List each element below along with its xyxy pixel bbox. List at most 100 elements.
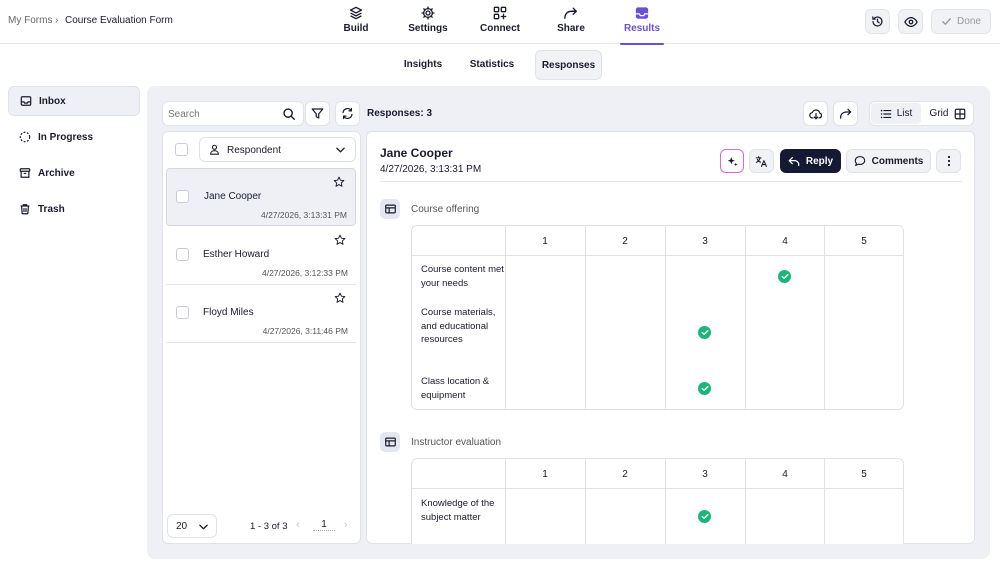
- done-label: Done: [957, 16, 981, 27]
- nav-tab-connect-label: Connect: [480, 23, 520, 34]
- sidebar-item-label: Trash: [38, 203, 65, 215]
- nav-tab-build-label: Build: [343, 23, 369, 34]
- nav-tab-connect[interactable]: Connect: [470, 6, 530, 34]
- prev-page-icon[interactable]: ‹: [296, 519, 300, 531]
- matrix-table-instructor-evaluation: 1 2 3 4 5 Knowledge of the subject matte…: [411, 458, 904, 544]
- breadcrumb-separator: ›: [55, 15, 59, 26]
- subtab-responses[interactable]: Responses: [535, 50, 602, 80]
- translate-icon: [755, 155, 767, 167]
- respondent-name: Esther Howard: [203, 249, 270, 260]
- column-divider: [824, 226, 825, 409]
- more-vertical-icon: [947, 155, 950, 167]
- column-header: 5: [861, 469, 867, 480]
- row-label: Knowledge of the subject matter: [421, 498, 495, 523]
- list-item[interactable]: Jane Cooper 4/27/2026, 3:13:31 PM: [166, 168, 356, 226]
- nav-tab-settings-label: Settings: [408, 23, 448, 34]
- translate-button[interactable]: [749, 149, 774, 173]
- inbox-icon: [20, 96, 32, 106]
- forward-button[interactable]: [833, 101, 858, 126]
- respondent-name-title: Jane Cooper: [380, 146, 453, 160]
- refresh-button[interactable]: [335, 101, 360, 126]
- nav-tab-build[interactable]: Build: [326, 6, 386, 34]
- star-icon[interactable]: [333, 176, 345, 188]
- trash-icon: [20, 204, 30, 215]
- chevron-down-icon: [199, 524, 208, 530]
- nav-tab-settings[interactable]: Settings: [398, 6, 458, 34]
- column-header: 5: [861, 236, 867, 247]
- nav-tab-share[interactable]: Share: [541, 6, 601, 34]
- apps-plus-icon: [493, 6, 507, 20]
- dashed-circle-icon: [19, 131, 31, 143]
- respondent-filter-dropdown[interactable]: Respondent: [199, 137, 356, 162]
- done-button[interactable]: Done: [931, 9, 991, 34]
- response-date: 4/27/2026, 3:11:46 PM: [262, 326, 348, 336]
- respondent-name: Floyd Miles: [203, 307, 254, 318]
- reply-icon: [788, 156, 800, 166]
- list-item[interactable]: Esther Howard 4/27/2026, 3:12:33 PM: [166, 227, 356, 285]
- next-page-icon[interactable]: ›: [344, 519, 348, 531]
- sidebar-item-archive[interactable]: Archive: [8, 158, 140, 188]
- column-header: 3: [702, 236, 708, 247]
- layers-icon: [349, 6, 363, 20]
- row-checkbox[interactable]: [176, 306, 189, 319]
- search-icon: [283, 108, 295, 120]
- filter-button[interactable]: [305, 101, 330, 126]
- response-date: 4/27/2026, 3:13:31 PM: [260, 210, 347, 220]
- refresh-icon: [342, 107, 353, 120]
- column-header: 4: [782, 469, 788, 480]
- column-header: 1: [542, 236, 548, 247]
- divider: [380, 181, 962, 182]
- more-options-button[interactable]: [936, 149, 961, 173]
- current-page[interactable]: 1: [313, 519, 335, 531]
- response-timestamp: 4/27/2026, 3:13:31 PM: [380, 164, 482, 175]
- selected-check-icon: [698, 510, 711, 523]
- download-button[interactable]: [803, 101, 828, 126]
- sidebar-item-in-progress[interactable]: In Progress: [8, 122, 140, 152]
- comments-button[interactable]: Comments: [846, 149, 931, 173]
- table-grid-icon: [380, 199, 400, 219]
- active-tab-indicator: [620, 43, 664, 45]
- page-size-value: 20: [176, 521, 188, 532]
- history-icon: [872, 16, 883, 27]
- subtab-insights[interactable]: Insights: [392, 50, 454, 80]
- forward-arrow-icon: [839, 108, 851, 119]
- row-checkbox[interactable]: [176, 190, 189, 203]
- search-box[interactable]: [162, 101, 304, 126]
- grid-view-button[interactable]: Grid: [923, 103, 973, 124]
- list-view-button[interactable]: List: [871, 103, 921, 124]
- column-header: 1: [542, 469, 548, 480]
- history-button[interactable]: [865, 9, 890, 34]
- list-item[interactable]: Floyd Miles 4/27/2026, 3:11:46 PM: [166, 285, 356, 343]
- responses-count: Responses: 3: [367, 108, 433, 119]
- nav-tab-results[interactable]: Results: [612, 6, 672, 45]
- star-icon[interactable]: [334, 234, 346, 246]
- select-all-checkbox[interactable]: [175, 143, 188, 156]
- preview-button[interactable]: [898, 9, 923, 34]
- star-icon[interactable]: [334, 292, 346, 304]
- row-label: Class location & equipment: [421, 376, 490, 401]
- search-input[interactable]: [168, 107, 278, 121]
- funnel-icon: [311, 108, 324, 119]
- view-toggle: List Grid: [869, 101, 974, 126]
- sidebar-item-trash[interactable]: Trash: [8, 194, 140, 224]
- eye-icon: [903, 16, 918, 27]
- response-date: 4/27/2026, 3:12:33 PM: [261, 268, 348, 278]
- sparkles-icon: [727, 156, 738, 166]
- selected-check-icon: [698, 382, 711, 395]
- reply-button[interactable]: Reply: [780, 149, 841, 173]
- breadcrumb-parent[interactable]: My Forms: [8, 15, 52, 26]
- archive-icon: [19, 168, 31, 178]
- page-size-select[interactable]: 20: [167, 514, 217, 538]
- subtab-statistics[interactable]: Statistics: [461, 50, 523, 80]
- sidebar-item-inbox[interactable]: Inbox: [8, 86, 140, 116]
- row-label: Course content met your needs: [421, 264, 504, 289]
- ai-assist-button[interactable]: [720, 149, 744, 173]
- grid-label: Grid: [929, 108, 949, 119]
- gear-icon: [421, 6, 435, 20]
- column-divider: [745, 226, 746, 409]
- row-checkbox[interactable]: [176, 248, 189, 261]
- selected-check-icon: [698, 326, 711, 339]
- nav-tab-results-label: Results: [623, 23, 661, 34]
- respondent-name: Jane Cooper: [204, 191, 262, 202]
- grid-icon: [955, 108, 966, 119]
